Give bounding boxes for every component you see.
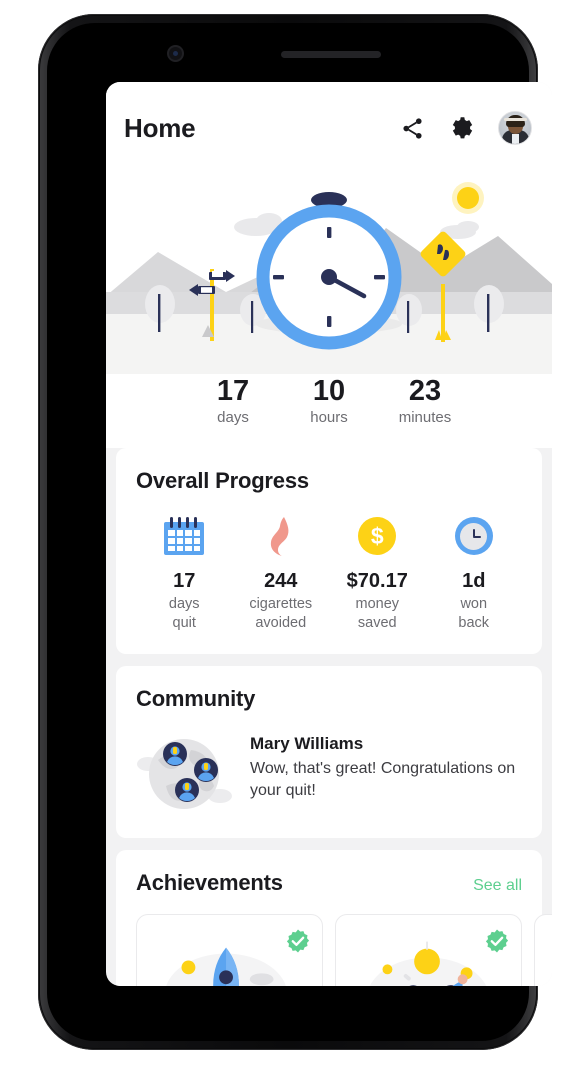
stat-money-saved-label: money saved [355, 596, 400, 631]
front-camera-icon [169, 47, 182, 60]
stat-money-saved-value: $70.17 [346, 570, 408, 593]
stat-money-saved: $70.17 money saved [329, 570, 426, 632]
hero-illustration [106, 174, 552, 374]
stat-days-quit-label: days quit [168, 596, 200, 631]
share-icon [402, 117, 422, 139]
avatar-hair [506, 115, 525, 127]
clock-icon [454, 517, 493, 556]
quit-timer: 17 days 10 hours 23 minutes [106, 374, 552, 449]
page-title: Home [124, 112, 196, 143]
timer-days-value: 17 [216, 375, 250, 407]
achievement-card-next-peek[interactable] [534, 914, 552, 986]
earpiece-speaker [281, 51, 381, 58]
stat-time-won-back: 1d won back [426, 570, 523, 632]
progress-stats-row: 17 days quit 244 cigarettes avoided $70.… [136, 570, 522, 632]
stat-time-won-back-value: 1d [462, 570, 486, 593]
timer-minutes-label: minutes [398, 409, 452, 427]
calendar-icon [164, 517, 205, 556]
avatar-hat-brim [504, 118, 527, 121]
app-bar-actions [398, 111, 532, 145]
achievement-card-rocket[interactable] [136, 914, 323, 986]
gear-icon [452, 116, 472, 138]
community-post-message: Wow, that's great! Congratulations on yo… [250, 760, 516, 799]
coin-icon: $ [358, 517, 397, 556]
timer-minutes-value: 23 [408, 375, 442, 407]
avatar-shirt [512, 134, 519, 144]
phone-screen: Home 17 days 10 hours 23 minutes Overall… [106, 82, 552, 986]
stat-days-quit: 17 days quit [136, 570, 233, 632]
verified-check-badge [286, 929, 310, 953]
overall-progress-title: Overall Progress [136, 468, 309, 494]
phone-device: Home 17 days 10 hours 23 minutes Overall… [38, 14, 552, 1050]
community-post-text: Mary Williams Wow, that's great! Congrat… [250, 730, 522, 801]
overall-progress-card: Overall Progress $ 17 days quit 244 ciga… [116, 448, 542, 655]
timer-hours-label: hours [310, 409, 348, 427]
stopwatch-landscape-illustration [106, 174, 552, 374]
app-bar: Home [106, 82, 552, 174]
avatar[interactable] [498, 111, 532, 145]
settings-button[interactable] [448, 114, 476, 142]
screenshot-stage: Home 17 days 10 hours 23 minutes Overall… [0, 0, 576, 1065]
globe-with-people-icon [137, 739, 232, 810]
stat-cigarettes-avoided-value: 244 [264, 570, 298, 593]
timer-days-label: days [217, 409, 249, 427]
share-button[interactable] [398, 114, 426, 142]
community-post[interactable]: Mary Williams Wow, that's great! Congrat… [136, 730, 522, 816]
timer-unit-minutes: 23 minutes [392, 375, 458, 427]
community-card[interactable]: Community Mary Williams Wow, that's grea… [116, 666, 542, 839]
see-all-link[interactable]: See all [473, 877, 522, 895]
community-title: Community [136, 686, 256, 712]
progress-icon-days [136, 514, 233, 558]
stat-cigarettes-avoided: 244 cigarettes avoided [233, 570, 330, 632]
achievements-list[interactable] [136, 914, 552, 986]
achievements-header: Achievements See all [136, 870, 522, 896]
achievement-card-celebration[interactable] [335, 914, 522, 986]
verified-check-badge [485, 929, 509, 953]
flame-icon [270, 517, 289, 557]
progress-icon-row: $ [136, 514, 522, 558]
community-post-author: Mary Williams [250, 734, 364, 754]
progress-icon-money: $ [329, 514, 426, 558]
progress-icon-time [426, 514, 523, 558]
timer-unit-hours: 10 hours [296, 375, 362, 427]
progress-icon-cigarettes [233, 514, 330, 558]
stat-days-quit-value: 17 [173, 570, 196, 593]
stat-time-won-back-label: won back [458, 596, 490, 631]
stat-cigarettes-avoided-label: cigarettes avoided [249, 596, 313, 631]
achievements-title: Achievements [136, 870, 283, 896]
timer-unit-days: 17 days [200, 375, 266, 427]
achievements-card: Achievements See all [116, 850, 552, 986]
timer-hours-value: 10 [312, 375, 346, 407]
